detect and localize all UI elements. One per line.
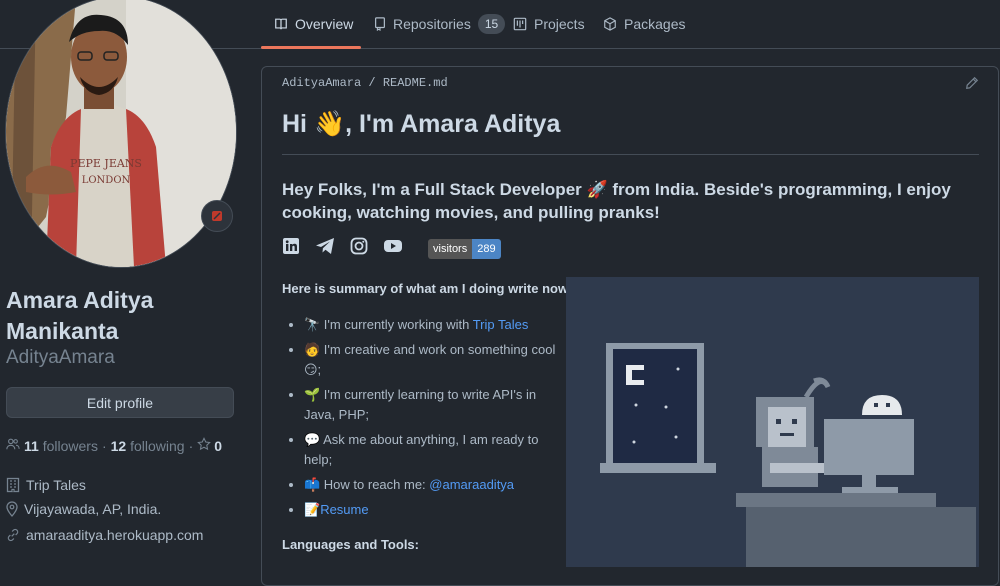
svg-text:PEPE JEANS: PEPE JEANS <box>70 157 142 170</box>
following-link[interactable]: 12 following <box>111 438 185 454</box>
summary-list: 🔭 I'm currently working with Trip Tales … <box>286 315 564 525</box>
follow-separator: · <box>188 437 194 454</box>
repo-icon <box>374 17 386 31</box>
readme-path: AdityaAmara / README.md <box>282 76 448 90</box>
social-links: visitors 289 <box>282 237 501 260</box>
instagram-icon[interactable] <box>350 237 368 260</box>
avatar[interactable]: PEPE JEANS LONDON <box>5 0 237 268</box>
tab-projects[interactable]: Projects <box>513 0 585 48</box>
follow-stats: 11 followers · 12 following · 0 <box>6 437 222 454</box>
readme-filename: README.md <box>382 76 448 90</box>
tab-packages-label: Packages <box>624 16 686 32</box>
package-icon <box>603 17 617 31</box>
list-item: 🌱 I'm currently learning to write API's … <box>304 385 564 425</box>
location-item: Vijayawada, AP, India. <box>6 501 161 517</box>
tab-overview-label: Overview <box>295 16 354 32</box>
tab-overview[interactable]: Overview <box>274 0 353 48</box>
summary-title: Here is summary of what am I doing write… <box>282 281 581 296</box>
profile-full-name: Amara Aditya Manikanta <box>6 287 154 344</box>
reach-text: 📫 How to reach me: <box>304 477 430 492</box>
contact-link[interactable]: @amaraaditya <box>429 477 514 492</box>
working-text: 🔭 I'm currently working with <box>304 317 473 332</box>
trip-tales-link[interactable]: Trip Tales <box>473 317 529 332</box>
repositories-count-badge: 15 <box>477 14 506 34</box>
edit-readme-button[interactable] <box>965 76 979 95</box>
svg-text:LONDON: LONDON <box>82 175 131 186</box>
project-icon <box>513 17 527 31</box>
stars-count: 0 <box>214 437 223 454</box>
organization-icon <box>6 477 20 493</box>
active-tab-indicator <box>261 46 361 49</box>
visitors-badge-count: 289 <box>472 238 501 259</box>
telegram-icon[interactable] <box>315 237 335 260</box>
memo-icon: 📝 <box>304 502 321 517</box>
following-label: following <box>130 437 185 454</box>
followers-link[interactable]: 11 followers <box>24 438 98 454</box>
list-item: 🔭 I'm currently working with Trip Tales <box>304 315 564 335</box>
people-icon <box>6 437 20 454</box>
edit-profile-button[interactable]: Edit profile <box>6 387 234 418</box>
visitors-badge: visitors 289 <box>428 238 501 259</box>
list-item: 📝Resume <box>304 500 564 520</box>
organization-item: Trip Tales <box>6 477 86 493</box>
readme-intro: Hey Folks, I'm a Full Stack Developer 🚀 … <box>282 180 951 222</box>
followers-count: 11 <box>24 437 39 454</box>
link-icon <box>6 528 20 542</box>
tab-projects-label: Projects <box>534 16 585 32</box>
tab-packages[interactable]: Packages <box>603 0 685 48</box>
location-text: Vijayawada, AP, India. <box>24 501 162 517</box>
organization-name: Trip Tales <box>26 477 86 493</box>
star-icon <box>197 437 212 454</box>
youtube-icon[interactable] <box>383 238 403 259</box>
list-item: 📫 How to reach me: @amaraaditya <box>304 475 564 495</box>
readme-heading: Hi 👋, I'm Amara Aditya <box>282 110 561 138</box>
profile-username: AdityaAmara <box>6 347 115 368</box>
tab-repositories-label: Repositories <box>393 16 471 32</box>
followers-label: followers <box>42 437 98 454</box>
status-icon[interactable] <box>201 200 233 232</box>
resume-link[interactable]: Resume <box>320 502 368 517</box>
readme-owner-link[interactable]: AdityaAmara <box>282 76 361 90</box>
tab-repositories[interactable]: Repositories 15 <box>374 0 506 48</box>
stars-link[interactable]: 0 <box>197 437 222 454</box>
pencil-icon <box>965 76 979 94</box>
book-icon <box>274 17 288 31</box>
website-link[interactable]: amaraaditya.herokuapp.com <box>26 527 203 543</box>
website-item[interactable]: amaraaditya.herokuapp.com <box>6 527 203 543</box>
following-count: 12 <box>110 437 127 454</box>
location-icon <box>6 501 18 517</box>
visitors-badge-label: visitors <box>428 238 473 259</box>
heading-divider <box>282 154 979 155</box>
languages-title: Languages and Tools: <box>282 537 419 552</box>
coding-illustration <box>566 277 979 567</box>
follow-separator: · <box>101 437 107 454</box>
path-separator: / <box>368 76 376 90</box>
linkedin-icon[interactable] <box>282 237 300 260</box>
list-item: 💬 Ask me about anything, I am ready to h… <box>304 430 564 470</box>
list-item: 🧑 I'm creative and work on something coo… <box>304 340 564 380</box>
